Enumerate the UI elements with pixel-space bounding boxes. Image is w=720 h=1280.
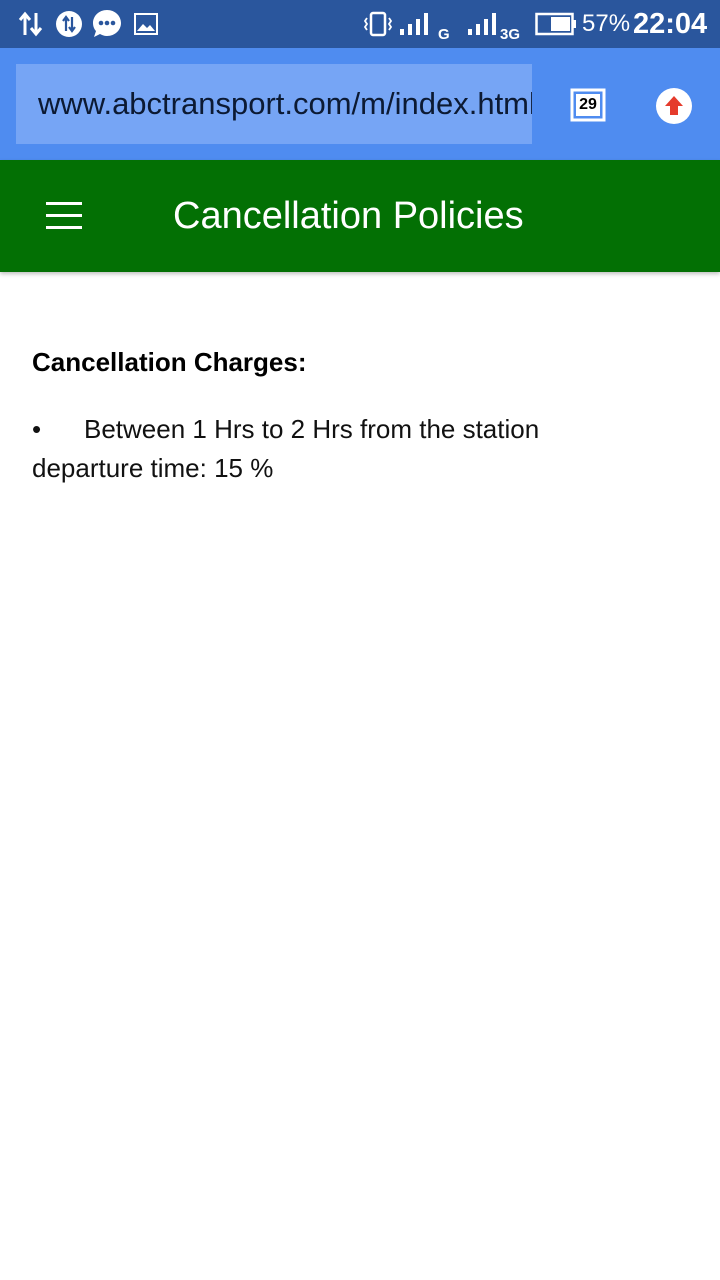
gallery-icon <box>134 0 158 48</box>
messaging-icon <box>90 0 124 48</box>
policy-text: Between 1 Hrs to 2 Hrs from the station … <box>32 414 540 483</box>
tab-switcher-button[interactable]: 29 <box>570 88 606 122</box>
url-bar[interactable]: www.abctransport.com/m/index.html <box>16 64 532 144</box>
upload-button[interactable] <box>656 88 692 124</box>
battery-icon <box>535 0 577 48</box>
signal-icon <box>398 0 430 48</box>
browser-toolbar: www.abctransport.com/m/index.html 29 <box>0 48 720 160</box>
url-text[interactable]: www.abctransport.com/m/index.html <box>38 64 532 144</box>
signal-icon-2 <box>466 0 498 48</box>
list-item: • Between 1 Hrs to 2 Hrs from the station… <box>32 410 632 488</box>
status-bar: G 3G 57% 22:04 <box>0 0 720 48</box>
tab-count: 29 <box>579 96 597 113</box>
policy-content: Cancellation Charges: • Between 1 Hrs to … <box>32 340 632 488</box>
upload-icon <box>665 96 683 115</box>
section-heading: Cancellation Charges: <box>32 347 307 377</box>
app-bar: Cancellation Policies <box>0 160 720 272</box>
clock: 22:04 <box>633 7 708 40</box>
hamburger-menu-icon[interactable] <box>46 202 82 230</box>
vibrate-icon <box>362 0 394 48</box>
data-saver-icon <box>54 0 84 48</box>
page-title: Cancellation Policies <box>173 195 524 237</box>
bullet-icon: • <box>32 414 42 444</box>
data-transfer-icon <box>16 0 46 48</box>
battery-percent: 57% <box>582 10 631 37</box>
